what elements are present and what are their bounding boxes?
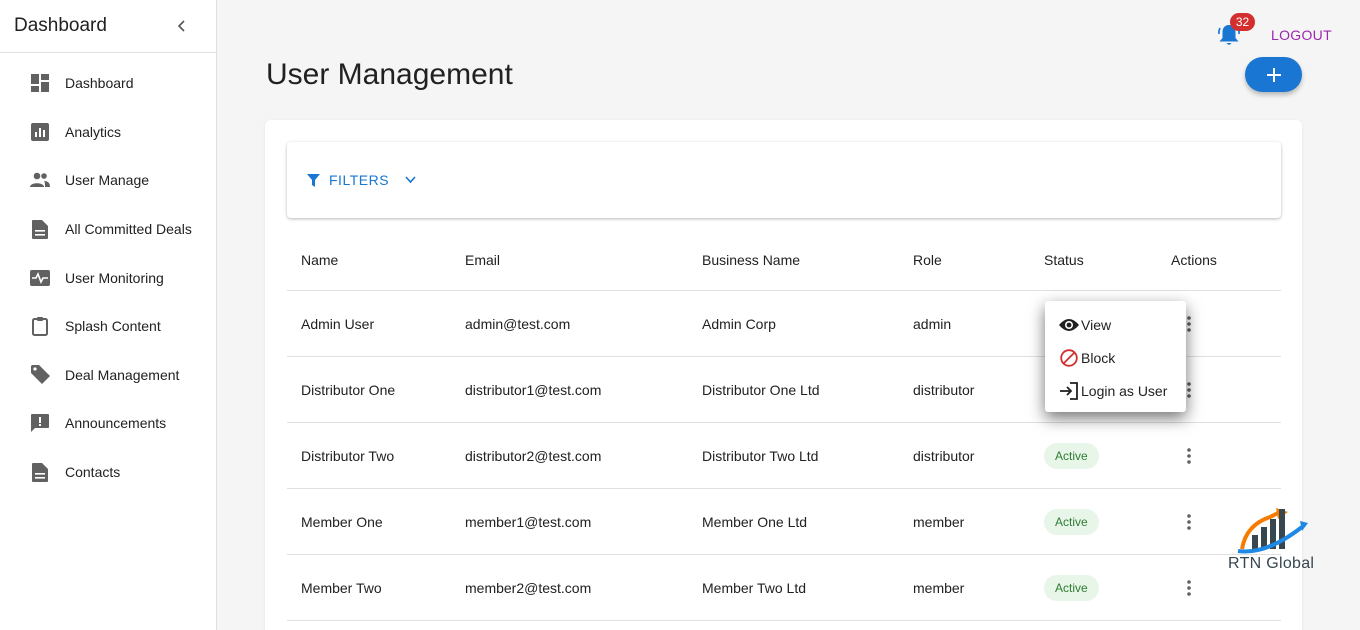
dashboard-icon	[30, 73, 50, 93]
block-icon	[1059, 348, 1079, 368]
document-icon	[30, 462, 50, 482]
cell-role: admin	[913, 315, 952, 332]
menu-item-label: View	[1081, 316, 1112, 333]
row-actions-menu: View Block Login as User	[1045, 301, 1186, 412]
analytics-icon	[30, 122, 50, 142]
cell-status: Active	[1044, 574, 1171, 601]
menu-item-block[interactable]: Block	[1045, 341, 1186, 374]
eye-icon	[1059, 315, 1079, 335]
monitor-heart-icon	[30, 268, 50, 288]
status-badge: Active	[1044, 508, 1099, 535]
status-badge: Active	[1044, 574, 1099, 601]
sidebar-item-label: User Manage	[65, 172, 150, 189]
table-header: Name Email Business Name Role Status Act…	[287, 230, 1281, 291]
notification-count-badge: 32	[1230, 13, 1255, 31]
add-user-button[interactable]	[1245, 57, 1302, 92]
clipboard-icon	[30, 316, 50, 337]
sidebar-item-splash-content[interactable]: Splash Content	[0, 302, 216, 351]
sidebar-nav: Dashboard Analytics User Manage All Comm…	[0, 53, 216, 496]
status-badge: Active	[1044, 442, 1099, 469]
more-vert-icon[interactable]	[1179, 578, 1199, 598]
cell-role: distributor	[913, 381, 975, 398]
cell-status: Active	[1044, 442, 1171, 469]
menu-item-login-as-user[interactable]: Login as User	[1045, 374, 1186, 407]
sidebar-item-deal-management[interactable]: Deal Management	[0, 351, 216, 400]
cell-business: Member One Ltd	[702, 513, 808, 530]
document-icon	[30, 219, 50, 239]
column-header-role: Role	[913, 252, 942, 268]
sidebar-item-announcements[interactable]: Announcements	[0, 399, 216, 448]
filter-icon	[307, 173, 320, 187]
column-header-email: Email	[465, 252, 501, 268]
filters-panel: FILTERS	[287, 142, 1281, 218]
cell-business: Distributor Two Ltd	[702, 447, 819, 464]
cell-email: distributor2@test.com	[465, 447, 602, 464]
logout-button[interactable]: LOGOUT	[1271, 27, 1332, 43]
cell-name: Member One	[301, 513, 383, 530]
cell-role: member	[913, 579, 965, 596]
cell-email: member1@test.com	[465, 513, 592, 530]
people-icon	[30, 170, 50, 190]
sidebar-header: Dashboard	[0, 0, 216, 53]
sidebar-item-all-committed-deals[interactable]: All Committed Deals	[0, 205, 216, 254]
sidebar-item-dashboard[interactable]: Dashboard	[0, 59, 216, 108]
cell-name: Admin User	[301, 315, 375, 332]
users-table: Name Email Business Name Role Status Act…	[287, 230, 1281, 621]
cell-email: member2@test.com	[465, 579, 592, 596]
chevron-down-icon	[405, 176, 416, 184]
sidebar-item-analytics[interactable]: Analytics	[0, 108, 216, 157]
menu-item-label: Login as User	[1081, 382, 1168, 399]
cell-business: Admin Corp	[702, 315, 776, 332]
sidebar-item-user-monitoring[interactable]: User Monitoring	[0, 253, 216, 302]
cell-name: Distributor Two	[301, 447, 395, 464]
sidebar-item-contacts[interactable]: Contacts	[0, 448, 216, 497]
sidebar-item-label: Announcements	[65, 415, 167, 432]
cell-name: Distributor One	[301, 381, 396, 398]
sidebar-item-label: Splash Content	[65, 318, 161, 335]
sidebar-item-label: Deal Management	[65, 366, 180, 383]
cell-actions	[1171, 380, 1281, 400]
sidebar-item-label: Analytics	[65, 123, 122, 140]
cell-status: Active	[1044, 508, 1171, 535]
cell-actions	[1171, 314, 1281, 334]
table-row: Distributor Two distributor2@test.com Di…	[287, 423, 1281, 489]
menu-item-view[interactable]: View	[1045, 308, 1186, 341]
column-header-business-name: Business Name	[702, 252, 801, 268]
login-icon	[1059, 381, 1079, 401]
page-title: User Management	[266, 58, 513, 91]
menu-item-label: Block	[1081, 349, 1116, 366]
sidebar-item-label: Contacts	[65, 464, 121, 481]
more-vert-icon[interactable]	[1179, 446, 1199, 466]
table-row: Member One member1@test.com Member One L…	[287, 489, 1281, 555]
cell-email: admin@test.com	[465, 315, 571, 332]
sidebar-item-label: Dashboard	[65, 75, 134, 92]
cell-role: member	[913, 513, 965, 530]
sidebar-title: Dashboard	[14, 15, 107, 36]
announcement-icon	[30, 413, 50, 433]
tag-icon	[30, 365, 50, 385]
cell-email: distributor1@test.com	[465, 381, 602, 398]
filters-toggle[interactable]: FILTERS	[307, 172, 416, 188]
cell-name: Member Two	[301, 579, 382, 596]
logo-text: RTN Global	[1228, 555, 1315, 572]
cell-business: Distributor One Ltd	[702, 381, 820, 398]
cell-actions	[1171, 446, 1281, 466]
column-header-status: Status	[1044, 252, 1084, 268]
cell-business: Member Two Ltd	[702, 579, 807, 596]
sidebar-item-label: All Committed Deals	[65, 221, 192, 238]
sidebar: Dashboard Dashboard Analytics User Manag…	[0, 0, 217, 630]
more-vert-icon[interactable]	[1179, 512, 1199, 532]
filters-label: FILTERS	[329, 172, 390, 188]
plus-icon	[1266, 67, 1281, 82]
column-header-name: Name	[301, 252, 339, 268]
cell-actions	[1171, 578, 1281, 598]
table-row: Member Two member2@test.com Member Two L…	[287, 555, 1281, 621]
chevron-left-icon[interactable]	[172, 16, 192, 36]
sidebar-item-label: User Monitoring	[65, 269, 164, 286]
sidebar-item-user-manage[interactable]: User Manage	[0, 156, 216, 205]
column-header-actions: Actions	[1171, 252, 1217, 268]
cell-role: distributor	[913, 447, 975, 464]
